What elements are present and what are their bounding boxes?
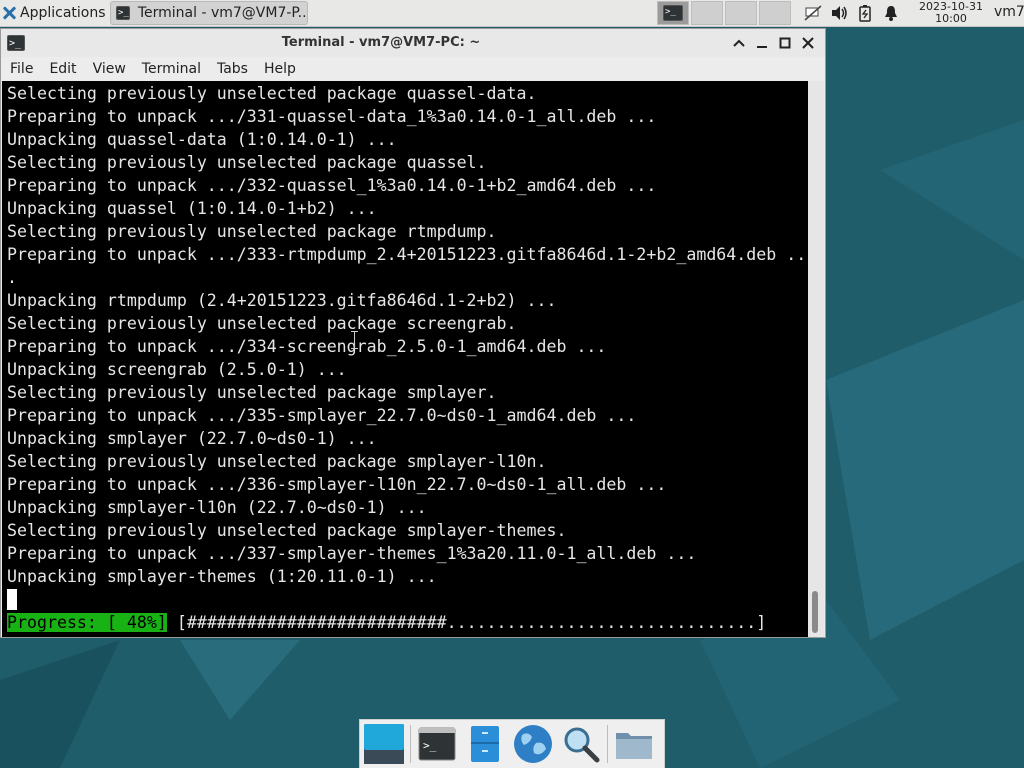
menu-edit[interactable]: Edit [42,57,83,81]
taskbar-terminal-button[interactable]: >_ Terminal - vm7@VM7-P... [110,1,308,25]
shade-button[interactable] [727,33,750,53]
minimize-icon [756,46,767,48]
terminal-line: Preparing to unpack .../337-smplayer-the… [7,544,697,563]
terminal-line: Selecting previously unselected package … [7,222,497,241]
terminal-line: Selecting previously unselected package … [7,521,567,540]
workspace-4[interactable] [759,1,791,25]
workspace-2[interactable] [691,1,723,25]
show-desktop-button[interactable] [362,722,406,766]
terminal-window: >_ Terminal - vm7@VM7-PC: ~ File Edit Vi… [0,28,826,638]
dock-separator [410,725,411,763]
menu-file[interactable]: File [3,57,40,81]
window-title: Terminal - vm7@VM7-PC: ~ [281,35,481,50]
terminal-line: Unpacking screengrab (2.5.0-1) ... [7,360,347,379]
terminal-line: Unpacking rtmpdump (2.4+20151223.gitfa86… [7,291,557,310]
dock: >_ [359,719,665,768]
xfce-logo-icon [2,6,16,20]
menubar: File Edit View Terminal Tabs Help [1,57,825,81]
progress-label: Progress: [ 48%] [7,613,167,632]
maximize-icon [779,37,790,49]
terminal-line: . [7,268,17,287]
search-icon [564,727,600,763]
close-icon [801,37,814,49]
scrollbar-thumb[interactable] [812,591,818,633]
terminal-line: Selecting previously unselected package … [7,84,537,103]
terminal-line: Preparing to unpack .../331-quassel-data… [7,107,657,126]
show-desktop-icon [364,724,404,764]
menu-help[interactable]: Help [257,57,303,81]
window-titlebar[interactable]: >_ Terminal - vm7@VM7-PC: ~ [1,29,825,57]
progress-bar: [##########################.............… [166,613,767,632]
terminal-line: Unpacking quassel (1:0.14.0-1+b2) ... [7,199,377,218]
terminal-scrollbar[interactable] [808,81,824,637]
web-browser-launcher[interactable] [511,722,555,766]
clock[interactable]: 2023-10-31 10:00 [914,1,988,25]
file-manager-launcher[interactable] [463,722,507,766]
terminal-line: Preparing to unpack .../332-quassel_1%3a… [7,176,657,195]
workspace-1[interactable]: >_ [657,1,689,25]
folder-icon [616,733,652,759]
user-menu[interactable]: vm7 [994,4,1024,20]
text-cursor [7,589,17,610]
window-controls [727,29,819,57]
folder-launcher[interactable] [612,722,656,766]
clock-time: 10:00 [935,12,967,25]
applications-menu-button[interactable]: Applications ⋮ [0,0,121,26]
terminal-line: Unpacking smplayer (22.7.0~ds0-1) ... [7,429,377,448]
file-manager-icon [471,726,499,762]
taskbar-terminal-label: Terminal - vm7@VM7-P... [137,5,308,21]
terminal-output[interactable]: Selecting previously unselected package … [2,81,808,637]
chevron-up-icon [732,39,745,47]
system-tray [804,0,908,26]
menu-terminal[interactable]: Terminal [135,57,208,81]
terminal-launcher[interactable]: >_ [415,722,459,766]
close-button[interactable] [796,33,819,53]
terminal-icon: >_ [418,727,456,761]
menu-tabs[interactable]: Tabs [210,57,255,81]
terminal-icon: >_ [663,5,683,21]
top-panel: Applications ⋮ >_ Terminal - vm7@VM7-P..… [0,0,1024,27]
menu-view[interactable]: View [86,57,133,81]
terminal-line: Unpacking quassel-data (1:0.14.0-1) ... [7,130,397,149]
mouse-ibeam-cursor [351,331,359,349]
applications-label: Applications [20,5,106,21]
terminal-line: Unpacking smplayer-l10n (22.7.0~ds0-1) .… [7,498,427,517]
workspace-switcher: >_ [657,1,793,25]
terminal-line: Selecting previously unselected package … [7,452,547,471]
terminal-line: Selecting previously unselected package … [7,383,497,402]
terminal-line: Preparing to unpack .../336-smplayer-l10… [7,475,667,494]
workspace-3[interactable] [725,1,757,25]
notification-bell-icon[interactable] [882,4,900,22]
minimize-button[interactable] [750,33,773,53]
terminal-line: Preparing to unpack .../335-smplayer_22.… [7,406,637,425]
terminal-line: Selecting previously unselected package … [7,153,487,172]
dock-separator [607,725,608,763]
volume-icon[interactable] [830,4,848,22]
battery-icon[interactable] [856,4,874,22]
terminal-icon: >_ [116,6,130,20]
terminal-line: Selecting previously unselected package … [7,314,517,333]
web-browser-icon [514,725,552,763]
terminal-line: Unpacking smplayer-themes (1:20.11.0-1) … [7,567,437,586]
network-icon[interactable] [804,4,822,22]
svg-text:>_: >_ [423,739,437,752]
terminal-line: Preparing to unpack .../334-screengrab_2… [7,337,607,356]
terminal-line: Preparing to unpack .../333-rtmpdump_2.4… [7,245,807,264]
progress-line: Progress: [ 48%] [######################… [7,611,766,634]
maximize-button[interactable] [773,33,796,53]
search-launcher[interactable] [559,722,603,766]
